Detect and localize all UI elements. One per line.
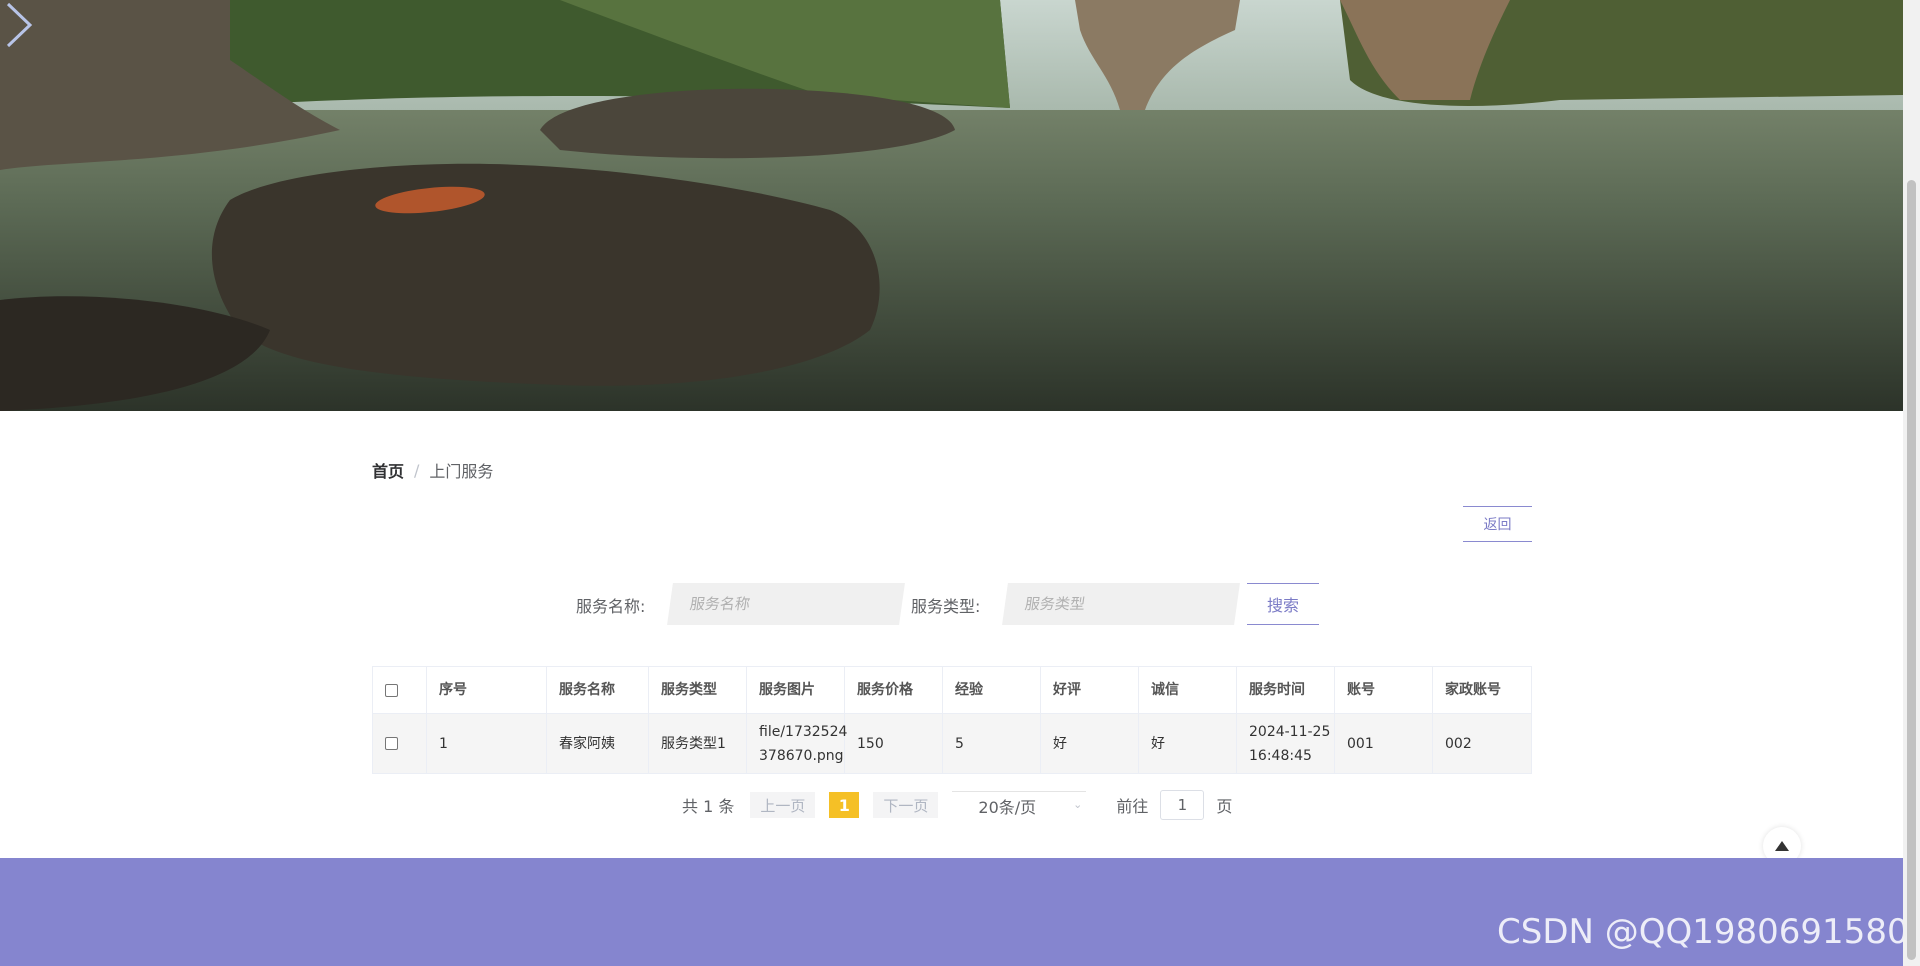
column-header[interactable]: 账号 — [1335, 667, 1433, 713]
scrollbar-thumb[interactable] — [1907, 180, 1916, 960]
page-size-value: 20条/页 — [978, 797, 1037, 817]
pagination-total: 共 1 条 — [682, 797, 735, 816]
cell-service-name: 春家阿姨 — [547, 714, 649, 773]
cell-housekeeping-account: 002 — [1445, 735, 1472, 752]
column-header[interactable]: 家政账号 — [1433, 667, 1531, 713]
watermark: CSDN @QQ1980691580 — [1497, 912, 1909, 952]
goto-label: 前往 — [1116, 797, 1149, 816]
table-header-row: 序号 服务名称 服务类型 服务图片 服务价格 经验 好评 诚信 服务时间 账号 … — [373, 667, 1531, 713]
service-type-input[interactable] — [1002, 583, 1240, 625]
cell-experience: 5 — [943, 714, 1041, 773]
caret-up-icon — [1775, 841, 1789, 851]
column-header[interactable]: 服务价格 — [845, 667, 943, 713]
column-header[interactable]: 序号 — [427, 667, 547, 713]
page-suffix: 页 — [1216, 797, 1233, 816]
service-clock: 16:48:45 — [1249, 747, 1312, 764]
table-row[interactable]: 1 春家阿姨 服务类型1 file/1732524 378670.png 150… — [373, 713, 1531, 773]
banner-carousel — [0, 0, 1903, 411]
search-button[interactable]: 搜索 — [1247, 583, 1319, 625]
cell-integrity: 好 — [1139, 714, 1237, 773]
cell-service-time: 2024-11-25 16:48:45 — [1237, 714, 1335, 773]
service-name-input[interactable] — [667, 583, 905, 625]
column-header[interactable]: 服务时间 — [1237, 667, 1335, 713]
column-header[interactable]: 诚信 — [1139, 667, 1237, 713]
cell-service-image: file/1732524 378670.png — [747, 714, 848, 773]
cell-rating: 好 — [1041, 714, 1139, 773]
service-table: 序号 服务名称 服务类型 服务图片 服务价格 经验 好评 诚信 服务时间 账号 … — [372, 666, 1532, 774]
breadcrumb-separator: / — [414, 460, 420, 480]
cell-price: 150 — [845, 714, 943, 773]
image-path-line1: file/1732524 — [759, 723, 848, 740]
service-date: 2024-11-25 — [1249, 723, 1331, 740]
breadcrumb: 首页 / 上门服务 — [372, 458, 493, 482]
banner-landscape-image — [0, 0, 1903, 411]
column-header[interactable]: 服务图片 — [747, 667, 845, 713]
page-size-select[interactable]: 20条/页 ⌄ — [952, 791, 1087, 819]
image-path-line2: 378670.png — [759, 747, 844, 764]
service-name-label: 服务名称: — [576, 597, 646, 616]
pagination: 共 1 条 上一页 1 下一页 20条/页 ⌄ 前往 页 — [682, 790, 1232, 820]
goto-page-input[interactable] — [1160, 790, 1205, 820]
row-checkbox[interactable] — [385, 737, 398, 750]
breadcrumb-home[interactable]: 首页 — [372, 458, 404, 482]
page: 首页 / 上门服务 返回 服务名称: 服务类型: 搜索 序号 服务名称 服务类型… — [0, 0, 1920, 966]
page-number-button[interactable]: 1 — [829, 792, 860, 818]
page-scrollbar[interactable] — [1903, 0, 1920, 966]
next-page-button[interactable]: 下一页 — [873, 792, 939, 818]
cell-account: 001 — [1335, 714, 1433, 773]
cell-index: 1 — [427, 714, 547, 773]
column-header[interactable]: 服务类型 — [649, 667, 747, 713]
carousel-next-arrow-icon[interactable] — [0, 0, 40, 50]
column-header[interactable]: 经验 — [943, 667, 1041, 713]
service-type-label: 服务类型: — [911, 597, 981, 616]
row-select-cell — [373, 714, 427, 773]
prev-page-button[interactable]: 上一页 — [750, 792, 816, 818]
breadcrumb-current: 上门服务 — [429, 462, 494, 481]
chevron-down-icon: ⌄ — [1073, 798, 1083, 811]
column-header[interactable]: 服务名称 — [547, 667, 649, 713]
cell-service-type: 服务类型1 — [649, 714, 747, 773]
back-button[interactable]: 返回 — [1463, 506, 1532, 542]
select-all-checkbox[interactable] — [385, 683, 398, 697]
header-select-cell — [373, 667, 427, 713]
column-header[interactable]: 好评 — [1041, 667, 1139, 713]
